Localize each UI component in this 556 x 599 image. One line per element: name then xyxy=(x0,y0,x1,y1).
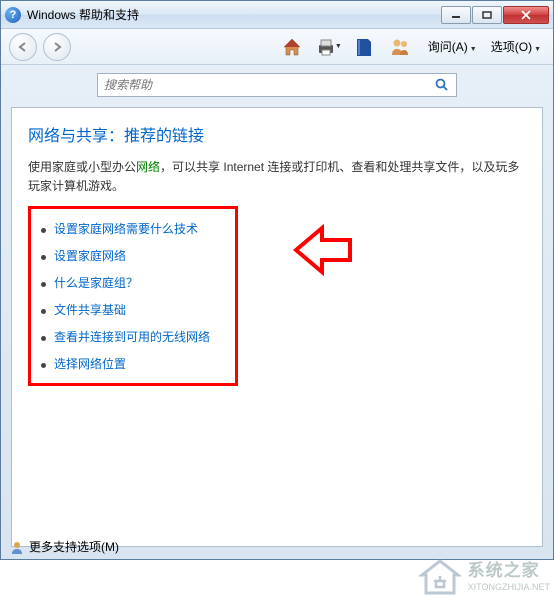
help-icon: ? xyxy=(5,7,21,23)
list-item: 什么是家庭组？ xyxy=(37,269,225,296)
red-arrow-left-icon xyxy=(292,222,356,278)
footer: 更多支持选项(M) xyxy=(9,538,119,555)
bullet-icon xyxy=(41,255,46,260)
forward-button[interactable] xyxy=(43,33,71,61)
search-box xyxy=(97,73,457,97)
home-button[interactable] xyxy=(278,33,306,61)
search-icon xyxy=(435,78,449,92)
bullet-icon xyxy=(41,228,46,233)
arrow-left-icon xyxy=(17,41,29,53)
support-icon xyxy=(9,539,25,555)
content-area: 网络与共享：推荐的链接 使用家庭或小型办公网络，可以共享 Internet 连接… xyxy=(11,107,543,547)
search-input[interactable] xyxy=(102,76,432,94)
minimize-button[interactable] xyxy=(441,6,471,24)
recommended-links: 设置家庭网络需要什么技术 设置家庭网络 什么是家庭组？ 文件共享基础 查看并连接… xyxy=(28,206,238,386)
ask-menu[interactable]: 询问(A)▼ xyxy=(424,36,481,57)
minimize-icon xyxy=(451,11,461,19)
list-item: 文件共享基础 xyxy=(37,296,225,323)
more-support-link[interactable]: 更多支持选项(M) xyxy=(29,538,119,555)
help-link[interactable]: 选择网络位置 xyxy=(54,355,126,372)
annotation-arrow xyxy=(292,222,356,281)
browse-button[interactable] xyxy=(350,33,378,61)
home-icon xyxy=(280,35,304,59)
help-link[interactable]: 查看并连接到可用的无线网络 xyxy=(54,328,210,345)
bullet-icon xyxy=(41,336,46,341)
help-link[interactable]: 什么是家庭组？ xyxy=(54,274,138,291)
ask-button[interactable] xyxy=(386,33,414,61)
list-item: 设置家庭网络 xyxy=(37,242,225,269)
list-item: 选择网络位置 xyxy=(37,350,225,377)
print-button[interactable]: ▼ xyxy=(314,33,342,61)
close-icon xyxy=(520,10,532,20)
back-button[interactable] xyxy=(9,33,37,61)
watermark-name: 系统之家 xyxy=(468,561,550,581)
list-item: 设置家庭网络需要什么技术 xyxy=(37,215,225,242)
page-heading: 网络与共享：推荐的链接 xyxy=(28,122,526,146)
maximize-icon xyxy=(482,11,492,19)
chevron-down-icon: ▼ xyxy=(335,43,342,50)
bullet-icon xyxy=(41,363,46,368)
toolbar: ▼ 询问(A)▼ 选项(O)▼ xyxy=(1,29,553,65)
chevron-down-icon: ▼ xyxy=(470,46,477,53)
book-icon xyxy=(354,35,374,59)
intro-text: 使用家庭或小型办公网络，可以共享 Internet 连接或打印机、查看和处理共享… xyxy=(28,158,526,196)
people-icon xyxy=(388,35,412,59)
chevron-down-icon: ▼ xyxy=(534,46,541,53)
maximize-button[interactable] xyxy=(472,6,502,24)
help-link[interactable]: 设置家庭网络 xyxy=(54,247,126,264)
inline-link-network[interactable]: 网络 xyxy=(136,160,160,174)
print-icon xyxy=(314,35,333,59)
options-menu[interactable]: 选项(O)▼ xyxy=(487,36,545,57)
window-title: Windows 帮助和支持 xyxy=(27,6,440,23)
bullet-icon xyxy=(41,309,46,314)
search-button[interactable] xyxy=(432,76,452,94)
watermark: 系统之家 XITONGZHIJIA.NET xyxy=(418,557,550,597)
list-item: 查看并连接到可用的无线网络 xyxy=(37,323,225,350)
watermark-logo-icon xyxy=(418,557,462,597)
close-button[interactable] xyxy=(503,6,549,24)
arrow-right-icon xyxy=(51,41,63,53)
help-link[interactable]: 文件共享基础 xyxy=(54,301,126,318)
titlebar: ? Windows 帮助和支持 xyxy=(1,1,553,29)
help-link[interactable]: 设置家庭网络需要什么技术 xyxy=(54,220,198,237)
bullet-icon xyxy=(41,282,46,287)
watermark-url: XITONGZHIJIA.NET xyxy=(468,582,550,593)
